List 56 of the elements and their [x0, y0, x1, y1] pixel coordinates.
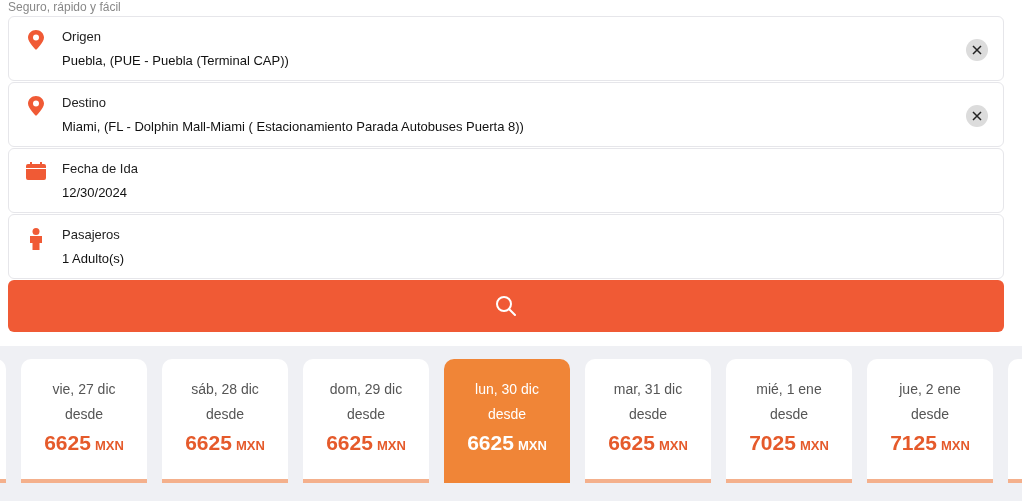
- location-pin-icon: [28, 30, 44, 50]
- date-label: mar, 31 dic: [613, 381, 683, 397]
- field-value: Miami, (FL - Dolphin Mall-Miami ( Estacionamiento Parada Autobuses Puerta 8)): [62, 119, 524, 134]
- input-field[interactable]: Destino Miami, (FL - Dolphin Mall-Miami ( Estacionamiento Parada Autobuses Puerta 8)): [8, 82, 1004, 147]
- currency: MXN: [517, 438, 547, 453]
- price: 6625: [608, 431, 655, 455]
- price: 7025: [749, 431, 796, 455]
- from-label: desde: [487, 406, 527, 422]
- date-card[interactable]: jue, 2 ene desde 7125 MXN: [867, 359, 993, 483]
- from-label: desde: [64, 406, 104, 422]
- field-value: 12/30/2024: [62, 185, 128, 200]
- close-icon: [972, 45, 982, 55]
- from-label: desde: [346, 406, 386, 422]
- price: 6625: [326, 431, 373, 455]
- date-card[interactable]: dom, 29 dic desde 6625 MXN: [303, 359, 429, 483]
- price: 6625: [467, 431, 514, 455]
- currency: MXN: [94, 438, 124, 453]
- field-label: Origen: [62, 29, 102, 44]
- date-label: dom, 29 dic: [329, 381, 403, 397]
- from-label: desde: [628, 406, 668, 422]
- date-label: sáb, 28 dic: [191, 381, 259, 397]
- field-label: Destino: [62, 95, 107, 110]
- date-label: mié, 1 ene: [756, 381, 822, 397]
- calendar-icon: [26, 162, 46, 180]
- field-value: 1 Adulto(s): [62, 251, 125, 266]
- date-card[interactable]: mar, 31 dic desde 6625 MXN: [585, 359, 711, 483]
- clear-button[interactable]: [966, 105, 988, 127]
- price: 7125: [890, 431, 937, 455]
- field-value: Puebla, (PUE - Puebla (Terminal CAP)): [62, 53, 289, 68]
- input-field[interactable]: Pasajeros 1 Adulto(s): [8, 214, 1004, 279]
- field-label: Fecha de Ida: [62, 161, 138, 176]
- currency: MXN: [658, 438, 688, 453]
- date-label: jue, 2 ene: [899, 381, 961, 397]
- date-card[interactable]: mié, 1 ene desde 7025 MXN: [726, 359, 852, 483]
- price: 6625: [185, 431, 232, 455]
- currency: MXN: [376, 438, 406, 453]
- from-label: desde: [769, 406, 809, 422]
- date-card[interactable]: sáb, 28 dic desde 6625 MXN: [162, 359, 288, 483]
- date-card[interactable]: vie, 27 dic desde 6625 MXN: [21, 359, 147, 483]
- currency: MXN: [235, 438, 265, 453]
- location-pin-icon: [28, 96, 44, 116]
- from-label: desde: [910, 406, 950, 422]
- input-field[interactable]: Origen Puebla, (PUE - Puebla (Terminal CAP)): [8, 16, 1004, 81]
- price: 6625: [44, 431, 91, 455]
- search-icon: [495, 295, 517, 317]
- from-label: desde: [205, 406, 245, 422]
- input-field[interactable]: Fecha de Ida 12/30/2024: [8, 148, 1004, 213]
- currency: MXN: [940, 438, 970, 453]
- close-icon: [972, 111, 982, 121]
- person-icon: [29, 228, 43, 250]
- field-label: Pasajeros: [62, 227, 120, 242]
- clear-button[interactable]: [966, 39, 988, 61]
- date-label: lun, 30 dic: [475, 381, 539, 397]
- date-label: vie, 27 dic: [52, 381, 116, 397]
- currency: MXN: [799, 438, 829, 453]
- subtitle: Seguro, rápido y fácil: [8, 0, 121, 16]
